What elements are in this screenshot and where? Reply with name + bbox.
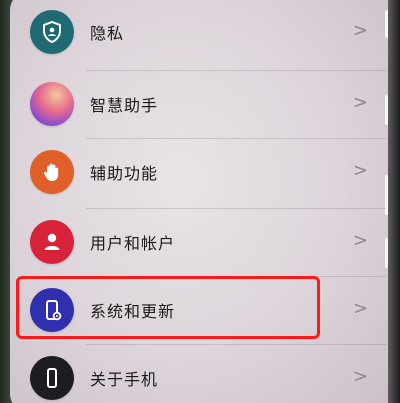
phone-settings-icon: [30, 288, 74, 332]
photo-frame: 隐私 > 智慧助手 > 辅助功能 > 用户和帐户 > 系统和更新 > 关于手机 …: [0, 0, 400, 403]
settings-item-label: 辅助功能: [90, 164, 159, 183]
screen-glare: [385, 95, 388, 125]
settings-item-assistant[interactable]: 智慧助手 >: [22, 74, 378, 134]
settings-item-label: 用户和帐户: [90, 234, 176, 253]
settings-item-label: 智慧助手: [90, 96, 159, 115]
settings-item-label: 隐私: [90, 24, 125, 43]
screen-glare: [385, 238, 388, 268]
settings-item-system-updates[interactable]: 系统和更新 >: [22, 280, 378, 340]
divider: [86, 70, 386, 71]
divider: [86, 344, 386, 345]
settings-list: 隐私 > 智慧助手 > 辅助功能 > 用户和帐户 > 系统和更新 > 关于手机 …: [0, 0, 400, 403]
chevron-right-icon: >: [352, 92, 368, 113]
screen-glare: [385, 175, 388, 215]
chevron-right-icon: >: [352, 230, 368, 251]
divider: [86, 276, 386, 277]
user-icon: [30, 220, 74, 264]
screen-glare: [385, 10, 388, 38]
chevron-right-icon: >: [352, 160, 368, 181]
hand-icon: [30, 150, 74, 194]
settings-item-about-phone[interactable]: 关于手机 >: [22, 348, 378, 403]
divider: [86, 208, 386, 209]
chevron-right-icon: >: [352, 298, 368, 319]
shield-person-icon: [30, 10, 74, 54]
assistant-orb-icon: [30, 82, 74, 126]
chevron-right-icon: >: [352, 20, 368, 41]
settings-item-label: 系统和更新: [90, 302, 176, 321]
chevron-right-icon: >: [352, 366, 368, 387]
settings-item-users-accounts[interactable]: 用户和帐户 >: [22, 212, 378, 272]
phone-icon: [30, 356, 74, 400]
settings-item-privacy[interactable]: 隐私 >: [22, 2, 378, 62]
settings-item-accessibility[interactable]: 辅助功能 >: [22, 142, 378, 202]
divider: [86, 138, 386, 139]
settings-item-label: 关于手机: [90, 370, 159, 389]
